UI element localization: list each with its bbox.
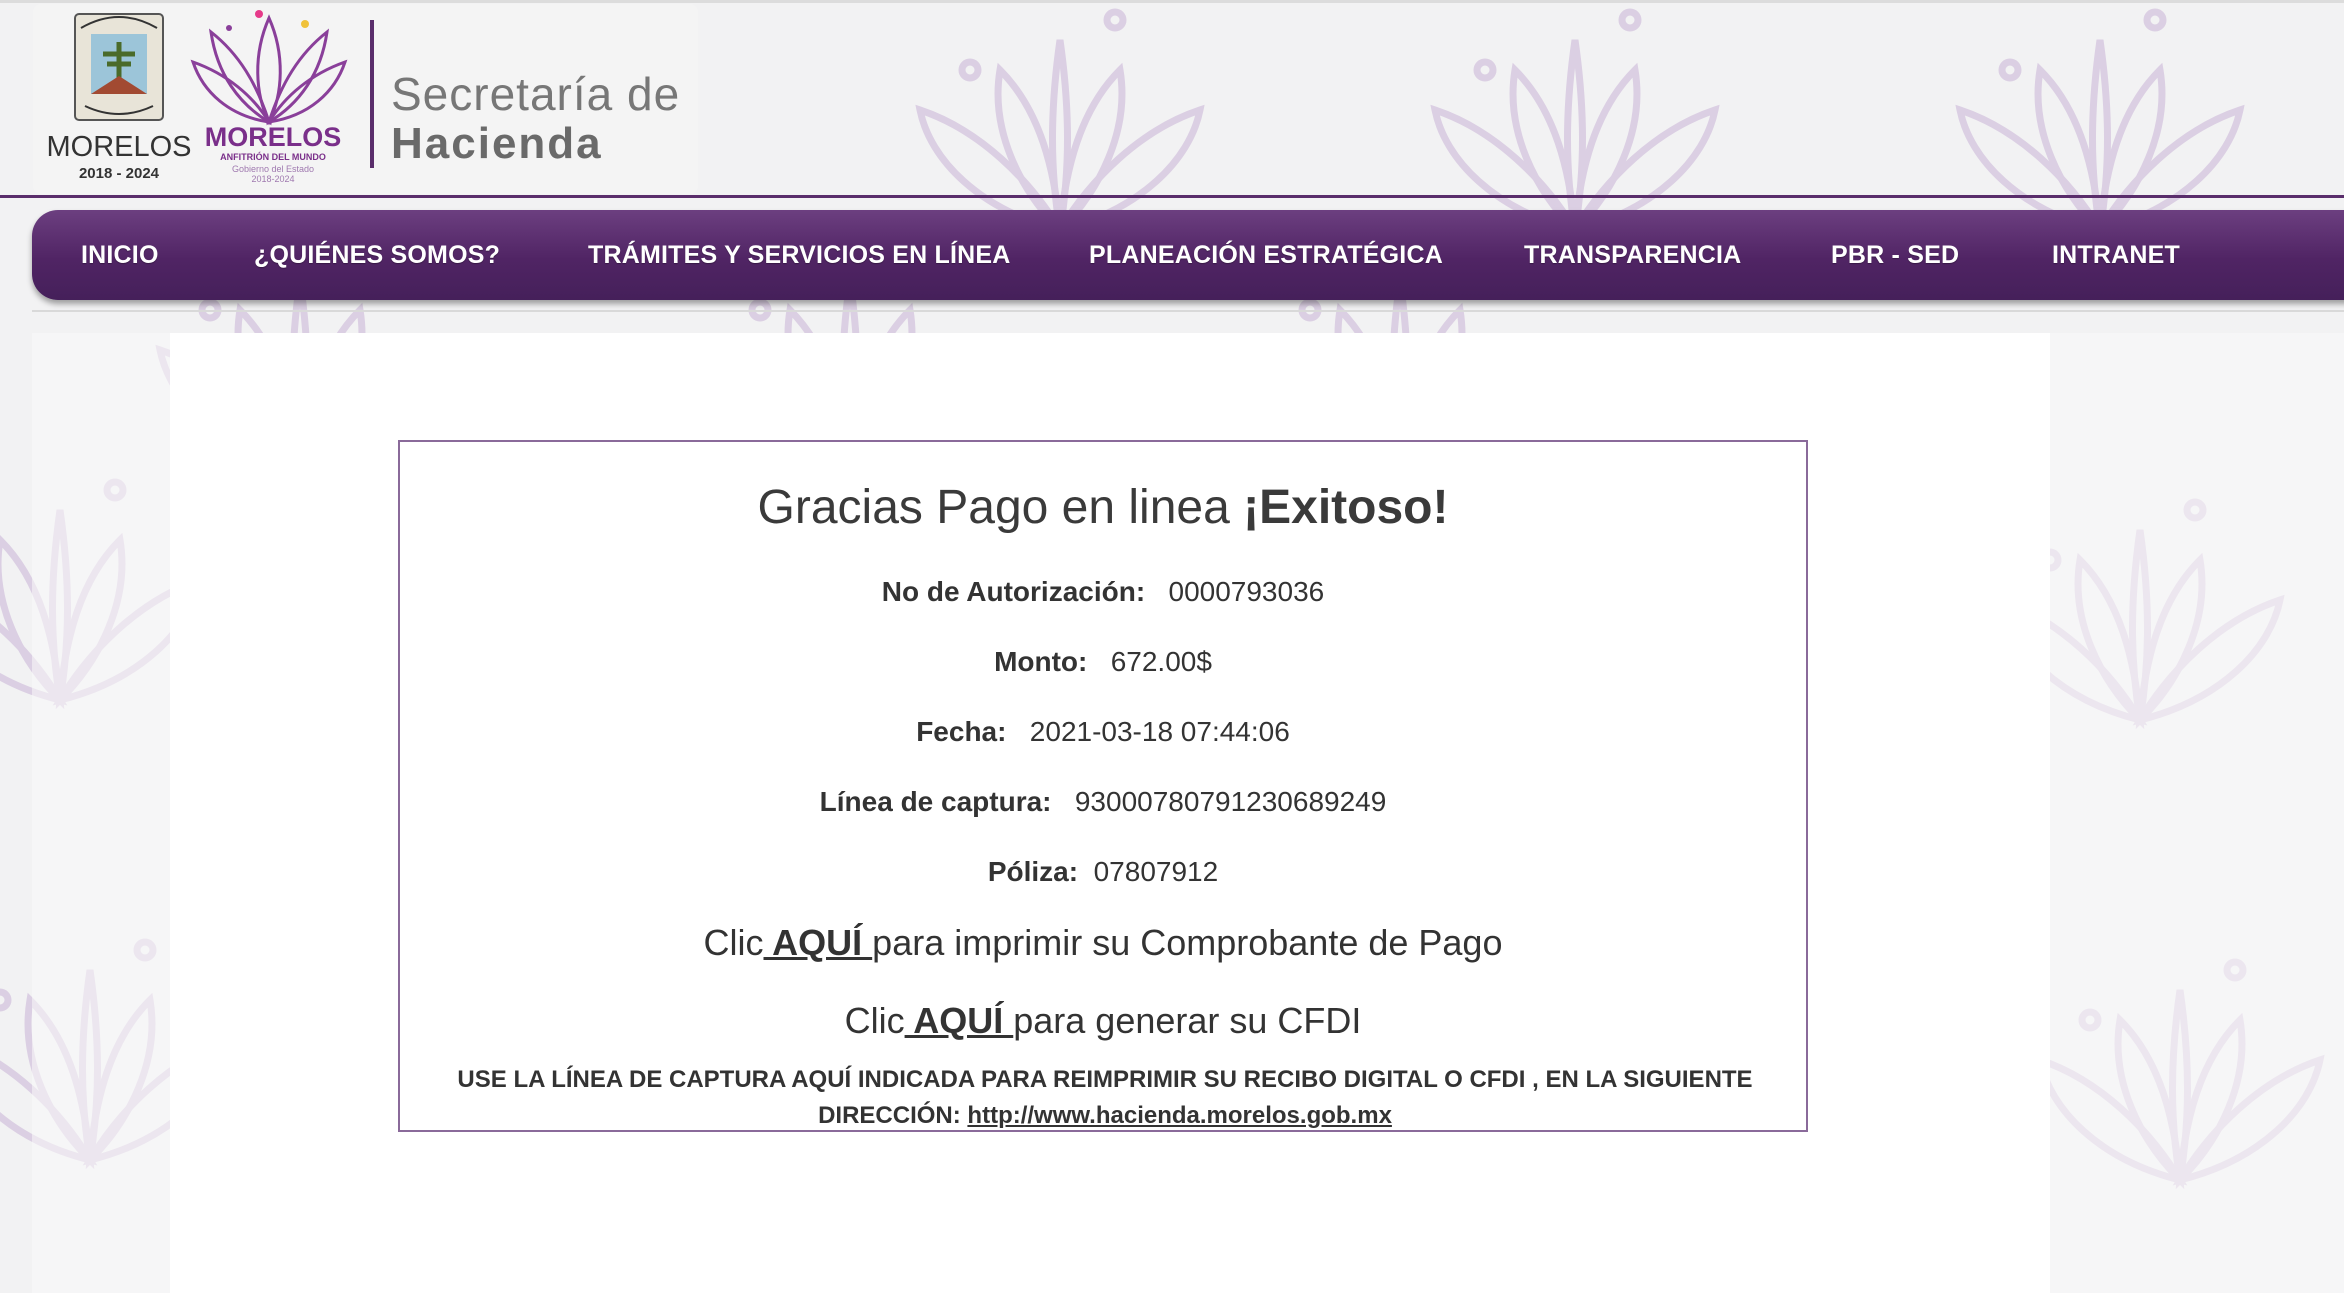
amount-label: Monto: xyxy=(994,646,1088,677)
generate-cfdi-row: Clic AQUÍ para generar su CFDI xyxy=(400,1000,1806,1042)
policy-label: Póliza: xyxy=(987,856,1079,887)
cfdi-prefix: Clic xyxy=(844,1000,905,1041)
tourism-logo-tagline: ANFITRIÓN DEL MUNDO xyxy=(220,151,326,162)
capture-line-label: Línea de captura: xyxy=(819,786,1052,817)
print-receipt-row: Clic AQUÍ para imprimir su Comprobante d… xyxy=(400,922,1806,964)
government-logos: MORELOS 2018 - 2024 MORELOS ANFITRIÓN DE… xyxy=(46,10,680,184)
authorization-label: No de Autorización: xyxy=(881,576,1146,607)
receipt-title-text: Gracias Pago en linea xyxy=(757,481,1244,534)
nav-item-tramites-servicios[interactable]: TRÁMITES Y SERVICIOS EN LÍNEA xyxy=(588,210,1011,300)
nav-item-intranet[interactable]: INTRANET xyxy=(2052,210,2180,300)
nav-item-planeacion-estrategica[interactable]: PLANEACIÓN ESTRATÉGICA xyxy=(1089,210,1443,300)
amount-row: Monto: 672.00$ xyxy=(400,646,1806,678)
generate-cfdi-link[interactable]: AQUÍ xyxy=(905,1000,1014,1041)
reprint-note: USE LA LÍNEA DE CAPTURA AQUÍ INDICADA PA… xyxy=(440,1062,1770,1134)
date-label: Fecha: xyxy=(916,716,1007,747)
capture-line-row: Línea de captura: 93000780791230689249 xyxy=(400,786,1806,818)
main-navbar: INICIO ¿QUIÉNES SOMOS? TRÁMITES Y SERVIC… xyxy=(32,210,2344,300)
cfdi-suffix: para generar su CFDI xyxy=(1013,1000,1362,1041)
morelos-lotus-logo-icon xyxy=(190,10,348,126)
date-row: Fecha: 2021-03-18 07:44:06 xyxy=(400,716,1806,748)
nav-item-inicio[interactable]: INICIO xyxy=(81,210,159,300)
tourism-logo-years: 2018-2024 xyxy=(251,174,294,184)
agency-name-line1: Secretaría de xyxy=(391,68,680,120)
tourism-logo-name: MORELOS xyxy=(205,122,342,152)
print-receipt-link[interactable]: AQUÍ xyxy=(764,922,873,963)
state-logo-years: 2018 - 2024 xyxy=(79,165,160,182)
state-logo-name: MORELOS xyxy=(46,131,191,163)
capture-line-value: 93000780791230689249 xyxy=(1074,786,1387,817)
print-prefix: Clic xyxy=(703,922,764,963)
header-logo-area[interactable]: MORELOS 2018 - 2024 MORELOS ANFITRIÓN DE… xyxy=(33,4,698,194)
date-value: 2021-03-18 07:44:06 xyxy=(1029,716,1290,747)
header-divider xyxy=(0,195,2344,198)
print-suffix: para imprimir su Comprobante de Pago xyxy=(872,922,1503,963)
agency-name-line2: Hacienda xyxy=(391,119,603,168)
authorization-row: No de Autorización: 0000793036 xyxy=(400,576,1806,608)
tourism-logo-subtitle: Gobierno del Estado xyxy=(232,164,314,174)
nav-item-transparencia[interactable]: TRANSPARENCIA xyxy=(1524,210,1741,300)
amount-value: 672.00$ xyxy=(1110,646,1212,677)
state-seal-icon xyxy=(74,13,164,121)
nav-item-quienes-somos[interactable]: ¿QUIÉNES SOMOS? xyxy=(254,210,500,300)
policy-value: 07807912 xyxy=(1093,856,1219,887)
nav-shadow-line xyxy=(32,310,2344,312)
logo-divider xyxy=(370,20,374,168)
authorization-value: 0000793036 xyxy=(1168,576,1325,607)
receipt-title-success: ¡Exitoso! xyxy=(1243,481,1449,534)
payment-receipt-box: Gracias Pago en linea ¡Exitoso! No de Au… xyxy=(398,440,1808,1132)
nav-item-pbr-sed[interactable]: PBR - SED xyxy=(1831,210,1959,300)
hacienda-website-link[interactable]: http://www.hacienda.morelos.gob.mx xyxy=(967,1102,1392,1129)
policy-row: Póliza: 07807912 xyxy=(400,856,1806,888)
receipt-title: Gracias Pago en linea ¡Exitoso! xyxy=(400,480,1806,535)
